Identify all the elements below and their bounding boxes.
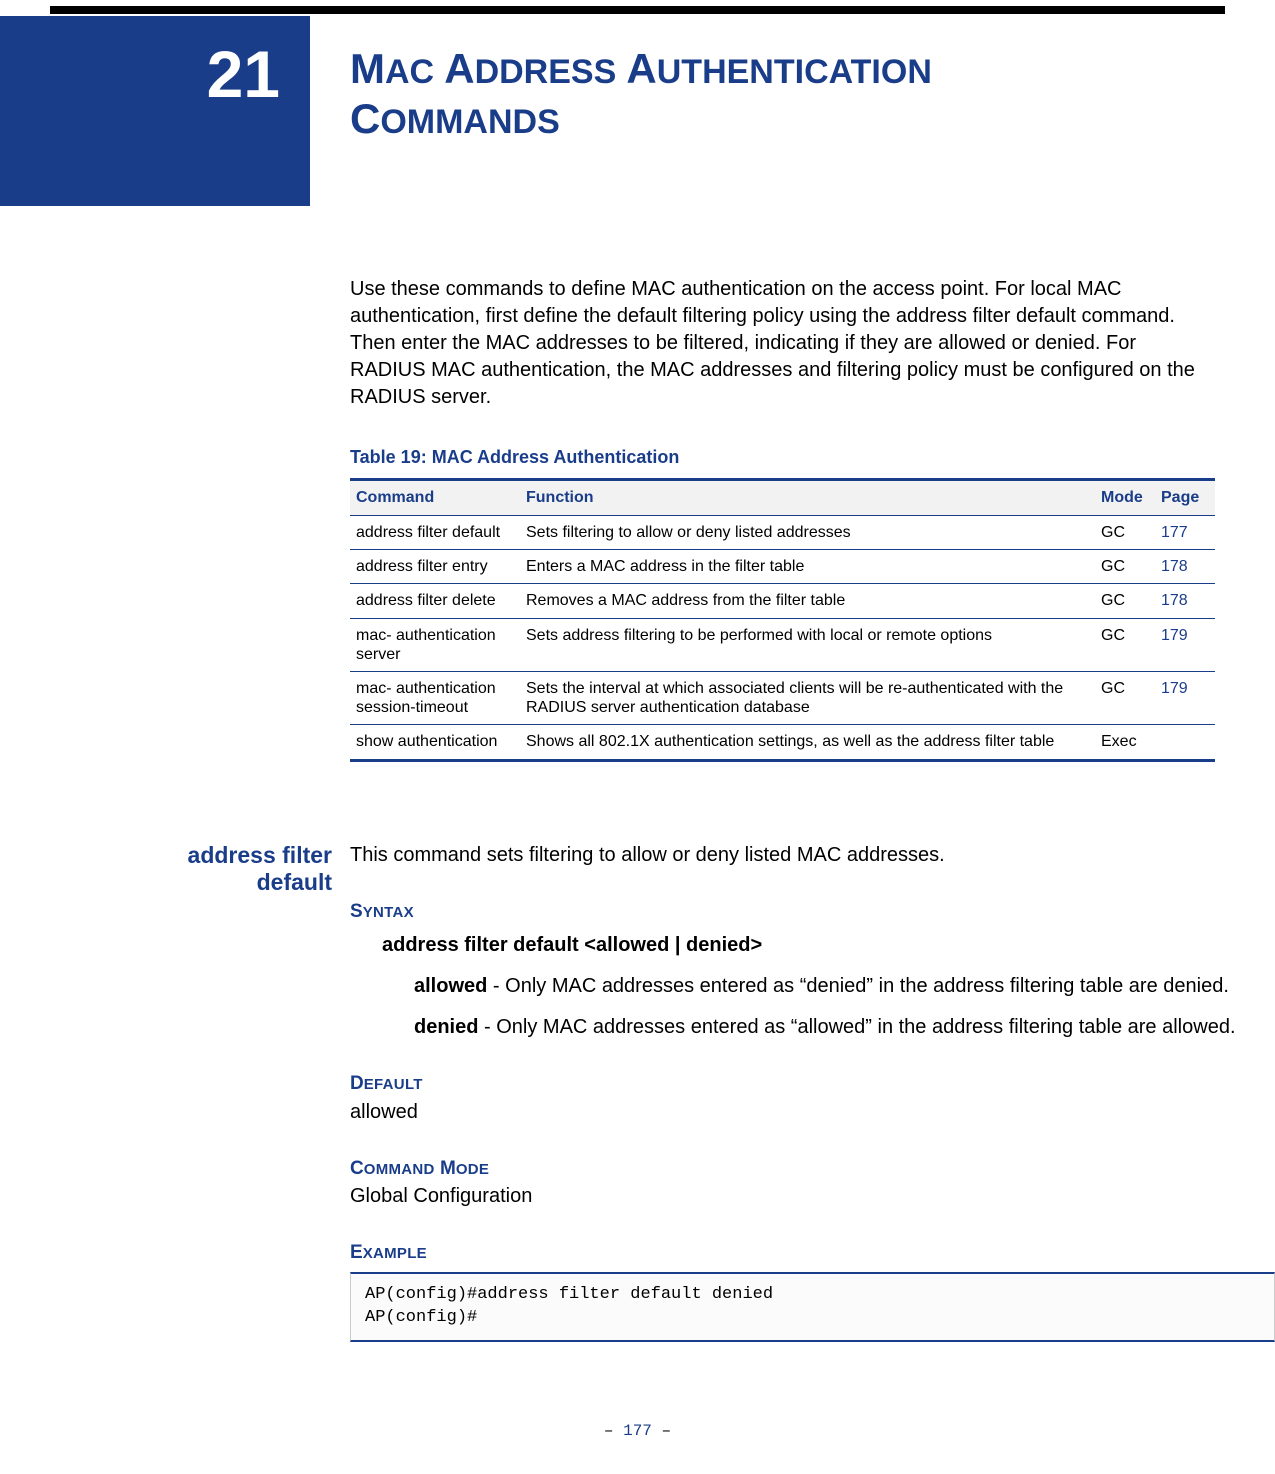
param-name: denied [414, 1016, 478, 1038]
title-word-sc: DDRESS [475, 53, 617, 91]
table-row: show authentication Shows all 802.1X aut… [350, 725, 1215, 760]
mode-cell: GC [1095, 550, 1155, 584]
cmd-cell: mac- authentication session-timeout [350, 671, 520, 724]
intro-paragraph: Use these commands to define MAC authent… [350, 276, 1215, 411]
default-value: allowed [350, 1099, 1275, 1126]
table-row: address filter default Sets filtering to… [350, 516, 1215, 550]
table-row: mac- authentication server Sets address … [350, 618, 1215, 671]
mode-cell: GC [1095, 516, 1155, 550]
param-block: denied - Only MAC addresses entered as “… [414, 1014, 1275, 1041]
title-word-sc: UTHENTICATION [657, 53, 932, 91]
func-cell: Sets filtering to allow or deny listed a… [520, 516, 1095, 550]
table-row: address filter entry Enters a MAC addres… [350, 550, 1215, 584]
default-heading: DEFAULT [350, 1071, 1275, 1097]
top-rule [50, 6, 1225, 14]
table-title: Table 19: MAC Address Authentication [350, 447, 1215, 468]
page-link[interactable]: 179 [1155, 618, 1215, 671]
title-word: C [350, 95, 380, 142]
func-cell: Sets address filtering to be performed w… [520, 618, 1095, 671]
content-area: Use these commands to define MAC authent… [0, 276, 1215, 762]
param-name: allowed [414, 975, 487, 997]
chapter-header: 21 MAC ADDRESS AUTHENTICATION COMMANDS [0, 16, 1225, 206]
command-section: address filter default This command sets… [0, 842, 1275, 1342]
chapter-number-block: 21 [0, 16, 310, 206]
cmd-cell: address filter default [350, 516, 520, 550]
footer-dash: – [604, 1422, 623, 1440]
page-link[interactable]: 178 [1155, 584, 1215, 618]
title-word: A [444, 45, 474, 92]
table-row: address filter delete Removes a MAC addr… [350, 584, 1215, 618]
page-link[interactable]: 179 [1155, 671, 1215, 724]
mode-cell: GC [1095, 584, 1155, 618]
title-word: A [626, 45, 656, 92]
mode-cell: GC [1095, 671, 1155, 724]
title-word-sc: AC [385, 53, 434, 91]
param-text: - Only MAC addresses entered as “allowed… [478, 1016, 1235, 1038]
page-link[interactable]: 177 [1155, 516, 1215, 550]
syntax-heading: SYNTAX [350, 899, 1275, 925]
cmd-cell: address filter delete [350, 584, 520, 618]
main-column: Use these commands to define MAC authent… [350, 276, 1215, 762]
command-description: This command sets filtering to allow or … [350, 842, 1275, 869]
func-cell: Removes a MAC address from the filter ta… [520, 584, 1095, 618]
example-code: AP(config)#address filter default denied… [350, 1272, 1275, 1342]
left-margin [0, 276, 350, 762]
command-body: This command sets filtering to allow or … [350, 842, 1275, 1342]
func-cell: Sets the interval at which associated cl… [520, 671, 1095, 724]
func-cell: Enters a MAC address in the filter table [520, 550, 1095, 584]
side-label-line2: default [257, 869, 332, 895]
side-label-line1: address filter [188, 842, 332, 868]
commandmode-value: Global Configuration [350, 1183, 1275, 1210]
page-footer: – 177 – [0, 1422, 1275, 1450]
chapter-number: 21 [207, 36, 280, 112]
cmd-cell: mac- authentication server [350, 618, 520, 671]
th-page: Page [1155, 480, 1215, 516]
footer-dash: – [652, 1422, 671, 1440]
chapter-title: MAC ADDRESS AUTHENTICATION COMMANDS [310, 16, 1225, 206]
th-command: Command [350, 480, 520, 516]
mode-cell: Exec [1095, 725, 1155, 760]
th-function: Function [520, 480, 1095, 516]
example-heading: EXAMPLE [350, 1240, 1275, 1266]
title-word: M [350, 45, 385, 92]
page-cell [1155, 725, 1215, 760]
th-mode: Mode [1095, 480, 1155, 516]
mode-cell: GC [1095, 618, 1155, 671]
table-row: mac- authentication session-timeout Sets… [350, 671, 1215, 724]
cmd-cell: show authentication [350, 725, 520, 760]
title-word-sc: OMMANDS [380, 103, 559, 141]
cmd-cell: address filter entry [350, 550, 520, 584]
page-link[interactable]: 178 [1155, 550, 1215, 584]
commandmode-heading: COMMAND MODE [350, 1156, 1275, 1182]
func-cell: Shows all 802.1X authentication settings… [520, 725, 1095, 760]
command-table: Command Function Mode Page address filte… [350, 478, 1215, 762]
param-text: - Only MAC addresses entered as “denied”… [487, 975, 1229, 997]
syntax-line: address filter default <allowed | denied… [382, 932, 1275, 959]
param-block: allowed - Only MAC addresses entered as … [414, 973, 1275, 1000]
command-side-label: address filter default [0, 842, 350, 1342]
page-number: 177 [623, 1422, 652, 1440]
